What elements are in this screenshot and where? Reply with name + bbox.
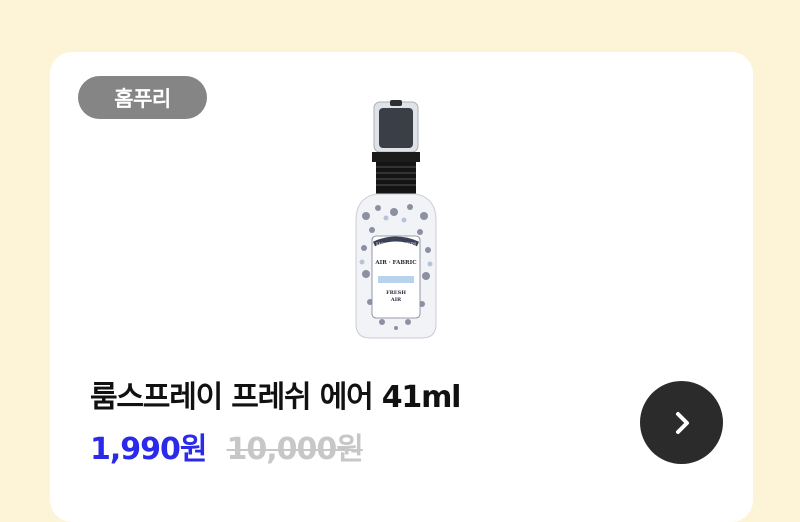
label-line2-text: FRESH xyxy=(386,290,406,296)
chevron-right-icon xyxy=(675,411,689,434)
go-to-product-button[interactable] xyxy=(640,381,723,464)
price-row: 1,990원 10,000원 xyxy=(90,424,364,468)
original-price: 10,000원 xyxy=(226,432,364,467)
label-line1-text: AIR · FABRIC xyxy=(374,260,417,266)
product-card[interactable]: 홈푸리 HOME·POURRI AIR · FABRIC FRESH AIR 룸… xyxy=(50,52,753,522)
brand-badge: 홈푸리 xyxy=(78,76,207,119)
label-brand-text: HOME·POURRI xyxy=(376,242,416,248)
sale-price: 1,990원 xyxy=(90,432,207,467)
label-line3-text: AIR xyxy=(390,297,402,303)
product-title[interactable]: 룸스프레이 프레쉬 에어 41ml xyxy=(90,372,461,416)
product-image[interactable]: HOME·POURRI AIR · FABRIC FRESH AIR xyxy=(346,98,446,340)
